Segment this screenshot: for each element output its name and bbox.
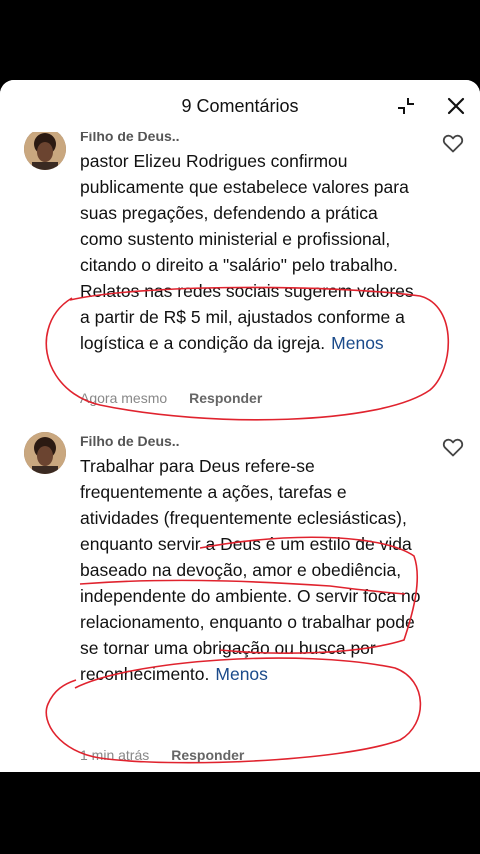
status-bar-area	[0, 0, 480, 80]
reply-button[interactable]: Responder	[171, 747, 244, 763]
heart-outline-icon[interactable]	[441, 435, 465, 459]
comment-author[interactable]: Filho de Deus..	[80, 433, 180, 449]
heart-outline-icon[interactable]	[441, 131, 465, 155]
comment-text: pastor Elizeu Rodrigues confirmou public…	[80, 151, 414, 353]
comments-sheet: 9 Comentários Filho de Deus.. pastor Eli…	[0, 80, 480, 772]
close-icon[interactable]	[444, 94, 468, 118]
reply-button[interactable]: Responder	[189, 390, 262, 406]
avatar[interactable]	[24, 432, 66, 474]
avatar-image	[24, 128, 66, 170]
less-link[interactable]: Menos	[215, 664, 268, 684]
comment-text: Trabalhar para Deus refere-se frequentem…	[80, 456, 421, 684]
navigation-bar-area	[0, 772, 480, 854]
sheet-header: 9 Comentários	[0, 80, 480, 132]
less-link[interactable]: Menos	[331, 333, 384, 353]
avatar[interactable]	[24, 128, 66, 170]
comment-meta: Agora mesmo Responder	[80, 390, 262, 406]
comment-meta: 1 min atrás Responder	[80, 747, 244, 763]
avatar-image	[24, 432, 66, 474]
comment-time: Agora mesmo	[80, 390, 168, 406]
comment-time: 1 min atrás	[80, 747, 150, 763]
collapse-icon[interactable]	[394, 94, 418, 118]
